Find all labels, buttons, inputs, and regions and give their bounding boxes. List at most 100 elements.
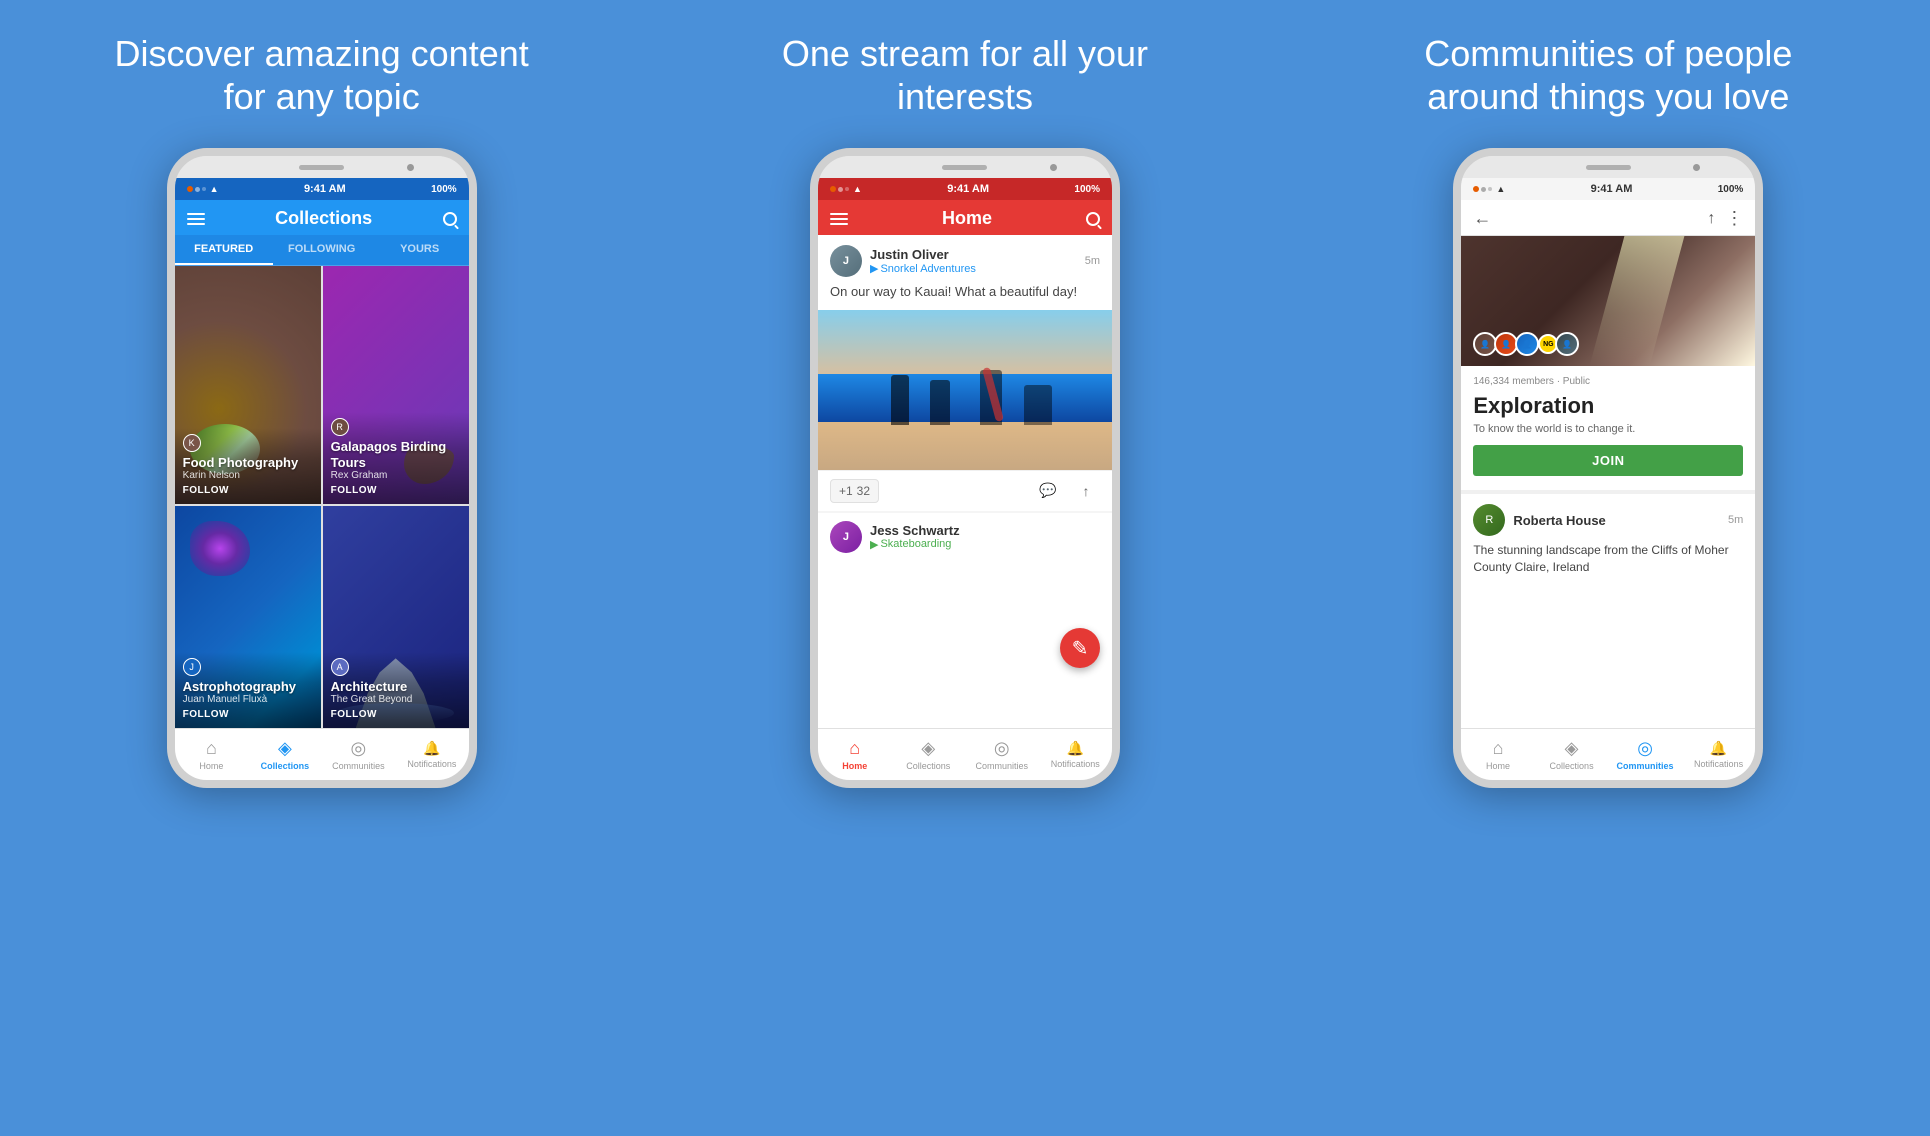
- time-1: 9:41 AM: [304, 183, 346, 195]
- phone-2-screen: Home J Justin Oliver ▶ Snorkel Ad: [818, 200, 1112, 780]
- nav-collections-label-3: Collections: [1550, 761, 1594, 771]
- camera-2: [1050, 164, 1057, 171]
- community-info: 146,334 members · Public Exploration To …: [1461, 366, 1755, 490]
- silhouette-4: [1024, 385, 1052, 425]
- speaker: [299, 165, 344, 170]
- app3-nav-right: ↑ ⋮: [1707, 208, 1743, 229]
- member-avatar-3: 👤: [1515, 332, 1539, 356]
- join-button[interactable]: JOIN: [1473, 445, 1743, 476]
- bottom-nav-3: ⌂ Home ◈ Collections ◎ Communities 🔔 Not…: [1461, 728, 1755, 780]
- arch-follow-btn[interactable]: FOLLOW: [331, 709, 461, 720]
- home-feed: J Justin Oliver ▶ Snorkel Adventures 5m …: [818, 235, 1112, 728]
- hamburger-menu[interactable]: [187, 213, 205, 225]
- nav-home-1[interactable]: ⌂ Home: [175, 729, 249, 780]
- silhouette-1: [891, 375, 909, 425]
- community-description: To know the world is to change it.: [1473, 423, 1743, 435]
- share-btn[interactable]: ↑: [1072, 477, 1100, 505]
- collection-card-birding[interactable]: R Galapagos Birding Tours Rex Graham FOL…: [323, 266, 469, 504]
- signal-dot-2a: [830, 186, 836, 192]
- nav-communities-2[interactable]: ◎ Communities: [965, 729, 1039, 780]
- hamburger-menu-2[interactable]: [830, 213, 848, 225]
- back-icon[interactable]: ←: [1473, 208, 1491, 229]
- collections-icon-3: ◈: [1565, 738, 1579, 759]
- signal-dot-3b: [1481, 187, 1486, 192]
- nav-communities-label-2: Communities: [975, 761, 1028, 771]
- feed-community-1[interactable]: ▶ Snorkel Adventures: [870, 262, 1077, 275]
- battery-2: 100%: [1074, 184, 1100, 195]
- food-follow-btn[interactable]: FOLLOW: [183, 485, 313, 496]
- nav-communities-3[interactable]: ◎ Communities: [1608, 729, 1682, 780]
- nav-home-label-3: Home: [1486, 761, 1510, 771]
- share-icon-3[interactable]: ↑: [1707, 210, 1715, 228]
- nav-notifications-1[interactable]: 🔔 Notifications: [395, 729, 469, 780]
- collection-card-food[interactable]: K Food Photography Karin Nelson FOLLOW: [175, 266, 321, 504]
- search-icon-2[interactable]: [1086, 212, 1100, 226]
- roberta-user-info: Roberta House: [1513, 513, 1720, 528]
- status-bar-2: ▲ 9:41 AM 100%: [818, 178, 1112, 200]
- food-overlay: K Food Photography Karin Nelson FOLLOW: [175, 428, 321, 505]
- arch-owner-avatar: A: [331, 658, 349, 676]
- plus-one-btn[interactable]: +1 32: [830, 479, 879, 503]
- panel-2-heading: One stream for all your interests: [755, 32, 1175, 118]
- home-icon-2: ⌂: [849, 738, 860, 759]
- battery-1: 100%: [431, 184, 457, 195]
- collections-icon-2: ◈: [921, 738, 935, 759]
- nav-collections-3[interactable]: ◈ Collections: [1535, 729, 1609, 780]
- nav-notifications-label-3: Notifications: [1694, 759, 1743, 769]
- feed-card-1-header: J Justin Oliver ▶ Snorkel Adventures 5m: [818, 235, 1112, 283]
- birding-owner-avatar: R: [331, 418, 349, 436]
- birding-title: Galapagos Birding Tours: [331, 439, 461, 470]
- feed-user-info-1: Justin Oliver ▶ Snorkel Adventures: [870, 247, 1077, 275]
- phone-2: ▲ 9:41 AM 100% Home J: [810, 148, 1120, 788]
- birding-follow-btn[interactable]: FOLLOW: [331, 485, 461, 496]
- phone-3-screen: ← ↑ ⋮ 👤 👤: [1461, 200, 1755, 780]
- next-community-label: Skateboarding: [880, 538, 951, 550]
- astro-title: Astrophotography: [183, 679, 313, 695]
- search-icon[interactable]: [443, 212, 457, 226]
- nav-notifications-3[interactable]: 🔔 Notifications: [1682, 729, 1756, 780]
- feed-next-community[interactable]: ▶ Skateboarding: [870, 538, 1100, 551]
- feed-actions-1: +1 32 💬 ↑: [818, 470, 1112, 511]
- signal-dot-3c: [1488, 187, 1492, 191]
- notifications-icon-1: 🔔: [423, 740, 440, 757]
- food-author: Karin Nelson: [183, 470, 313, 481]
- tab-following[interactable]: FOLLOWING: [273, 235, 371, 265]
- tab-featured[interactable]: FEATURED: [175, 235, 273, 265]
- feed-user-name-1: Justin Oliver: [870, 247, 1077, 262]
- jess-avatar: J: [830, 521, 862, 553]
- roberta-name: Roberta House: [1513, 513, 1720, 528]
- camera: [407, 164, 414, 171]
- time-3: 9:41 AM: [1591, 183, 1633, 195]
- more-icon-3[interactable]: ⋮: [1725, 208, 1743, 229]
- signal-dot-3: [202, 187, 206, 191]
- phone-1-screen: Collections FEATURED FOLLOWING YOURS K: [175, 200, 469, 780]
- signal-dot-2: [195, 187, 200, 192]
- tab-yours[interactable]: YOURS: [371, 235, 469, 265]
- nav-home-3[interactable]: ⌂ Home: [1461, 729, 1535, 780]
- arch-title: Architecture: [331, 679, 461, 695]
- phone-3: ▲ 9:41 AM 100% ← ↑ ⋮: [1453, 148, 1763, 788]
- wifi-icon-3: ▲: [1496, 184, 1505, 194]
- astro-owner-avatar: J: [183, 658, 201, 676]
- community-label-1: Snorkel Adventures: [880, 263, 975, 275]
- nav-collections-2[interactable]: ◈ Collections: [891, 729, 965, 780]
- nav-home-2[interactable]: ⌂ Home: [818, 729, 892, 780]
- nav-communities-1[interactable]: ◎ Communities: [322, 729, 396, 780]
- collection-card-arch[interactable]: A Architecture The Great Beyond FOLLOW: [323, 506, 469, 728]
- comment-btn[interactable]: 💬: [1034, 477, 1062, 505]
- feed-card-1: J Justin Oliver ▶ Snorkel Adventures 5m …: [818, 235, 1112, 510]
- nav-notifications-2[interactable]: 🔔 Notifications: [1038, 729, 1112, 780]
- birding-author: Rex Graham: [331, 470, 461, 481]
- food-owner-avatar: K: [183, 434, 201, 452]
- feed-next-header: J Jess Schwartz ▶ Skateboarding: [818, 513, 1112, 559]
- roberta-avatar: R: [1473, 504, 1505, 536]
- speaker-2: [942, 165, 987, 170]
- astro-follow-btn[interactable]: FOLLOW: [183, 709, 313, 720]
- battery-3: 100%: [1718, 184, 1744, 195]
- community-post-text: The stunning landscape from the Cliffs o…: [1473, 542, 1743, 576]
- astro-author: Juan Manuel Fluxà: [183, 694, 313, 705]
- collection-card-astro[interactable]: J Astrophotography Juan Manuel Fluxà FOL…: [175, 506, 321, 728]
- community-cover: 👤 👤 👤 NG 👤: [1461, 236, 1755, 366]
- silhouette-2: [930, 380, 950, 425]
- nav-collections-1[interactable]: ◈ Collections: [248, 729, 322, 780]
